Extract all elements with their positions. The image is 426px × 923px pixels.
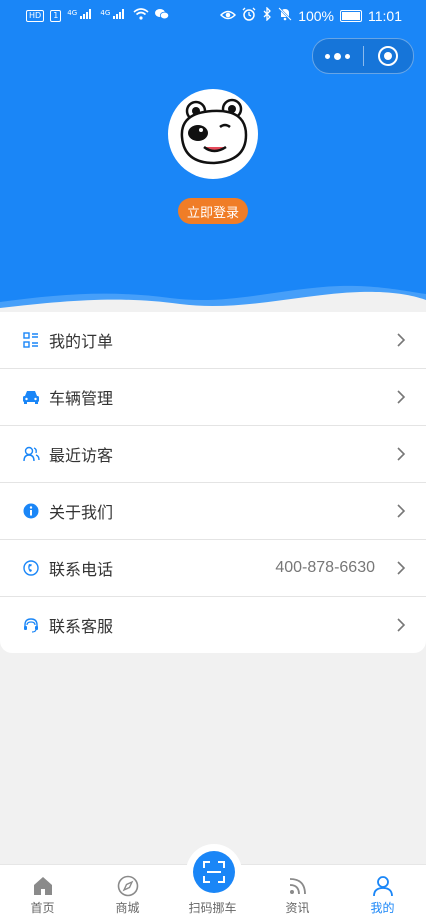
battery-percent: 100% (298, 7, 334, 24)
scan-icon (203, 861, 225, 883)
hd-badge: HD (26, 9, 45, 22)
bluetooth-icon (262, 6, 272, 24)
menu-item-phone[interactable]: 联系电话 400-878-6630 (0, 540, 426, 597)
status-bar: HD 1 4G 4G 100% 11:01 (0, 0, 426, 32)
miniprogram-capsule (312, 38, 414, 74)
tab-label: 商城 (115, 901, 140, 915)
tab-home[interactable]: 首页 (0, 865, 85, 923)
wechat-icon (155, 8, 170, 23)
eye-icon (220, 8, 237, 24)
wifi-icon (133, 8, 149, 23)
chevron-right-icon (397, 504, 406, 518)
chevron-right-icon (397, 333, 406, 347)
chevron-right-icon (397, 561, 406, 575)
menu-item-label: 联系客服 (49, 617, 114, 636)
tab-label: 我的 (370, 901, 395, 915)
bear-mascot-icon (180, 98, 248, 165)
menu-item-label: 最近访客 (49, 446, 114, 465)
menu-item-label: 车辆管理 (49, 389, 114, 408)
profile-menu: 我的订单 车辆管理 最近访客 关于我们 联系电话 400-878-6630 联系… (0, 312, 426, 653)
users-icon (22, 445, 40, 463)
compass-icon (117, 875, 138, 897)
headset-icon (22, 616, 40, 634)
home-icon (33, 877, 52, 895)
menu-item-vehicles[interactable]: 车辆管理 (0, 369, 426, 426)
alarm-icon (242, 7, 256, 24)
more-dots-icon (325, 52, 351, 60)
chevron-right-icon (397, 447, 406, 461)
status-left: HD 1 4G 4G (26, 8, 170, 23)
more-button[interactable] (313, 39, 363, 73)
tab-label: 首页 (30, 901, 55, 915)
mute-bell-icon (278, 7, 292, 24)
menu-item-visitors[interactable]: 最近访客 (0, 426, 426, 483)
avatar[interactable] (168, 89, 258, 179)
menu-item-label: 我的订单 (49, 332, 114, 351)
tab-mine[interactable]: 我的 (340, 865, 425, 923)
close-miniprogram-button[interactable] (364, 39, 414, 73)
menu-item-label: 联系电话 (49, 560, 114, 579)
menu-item-orders[interactable]: 我的订单 (0, 312, 426, 369)
phone-number: 400-878-6630 (275, 559, 375, 576)
menu-item-service[interactable]: 联系客服 (0, 597, 426, 653)
tab-label: 资讯 (285, 901, 310, 915)
scan-button[interactable] (193, 851, 235, 893)
person-icon (372, 876, 393, 897)
list-icon (22, 331, 40, 349)
chevron-right-icon (397, 390, 406, 404)
tab-label: 扫码挪车 (188, 901, 237, 915)
car-icon (22, 388, 40, 406)
status-right: 100% 11:01 (220, 6, 402, 24)
menu-item-about[interactable]: 关于我们 (0, 483, 426, 540)
login-button[interactable]: 立即登录 (178, 198, 248, 224)
battery-icon (340, 9, 362, 22)
menu-item-label: 关于我们 (49, 503, 114, 522)
target-icon (378, 46, 399, 66)
tab-news[interactable]: 资讯 (255, 865, 340, 923)
phone-icon (22, 559, 40, 577)
signal-icon: 4G (67, 9, 94, 22)
signal-2-label: 4G (100, 8, 111, 17)
signal-icon-2: 4G (100, 9, 127, 22)
info-icon (22, 502, 40, 520)
chevron-right-icon (397, 618, 406, 632)
rss-icon (289, 878, 306, 895)
signal-1-label: 4G (67, 8, 78, 17)
status-time: 11:01 (368, 7, 402, 24)
sim-badge: 1 (50, 9, 62, 22)
tab-mall[interactable]: 商城 (85, 865, 170, 923)
